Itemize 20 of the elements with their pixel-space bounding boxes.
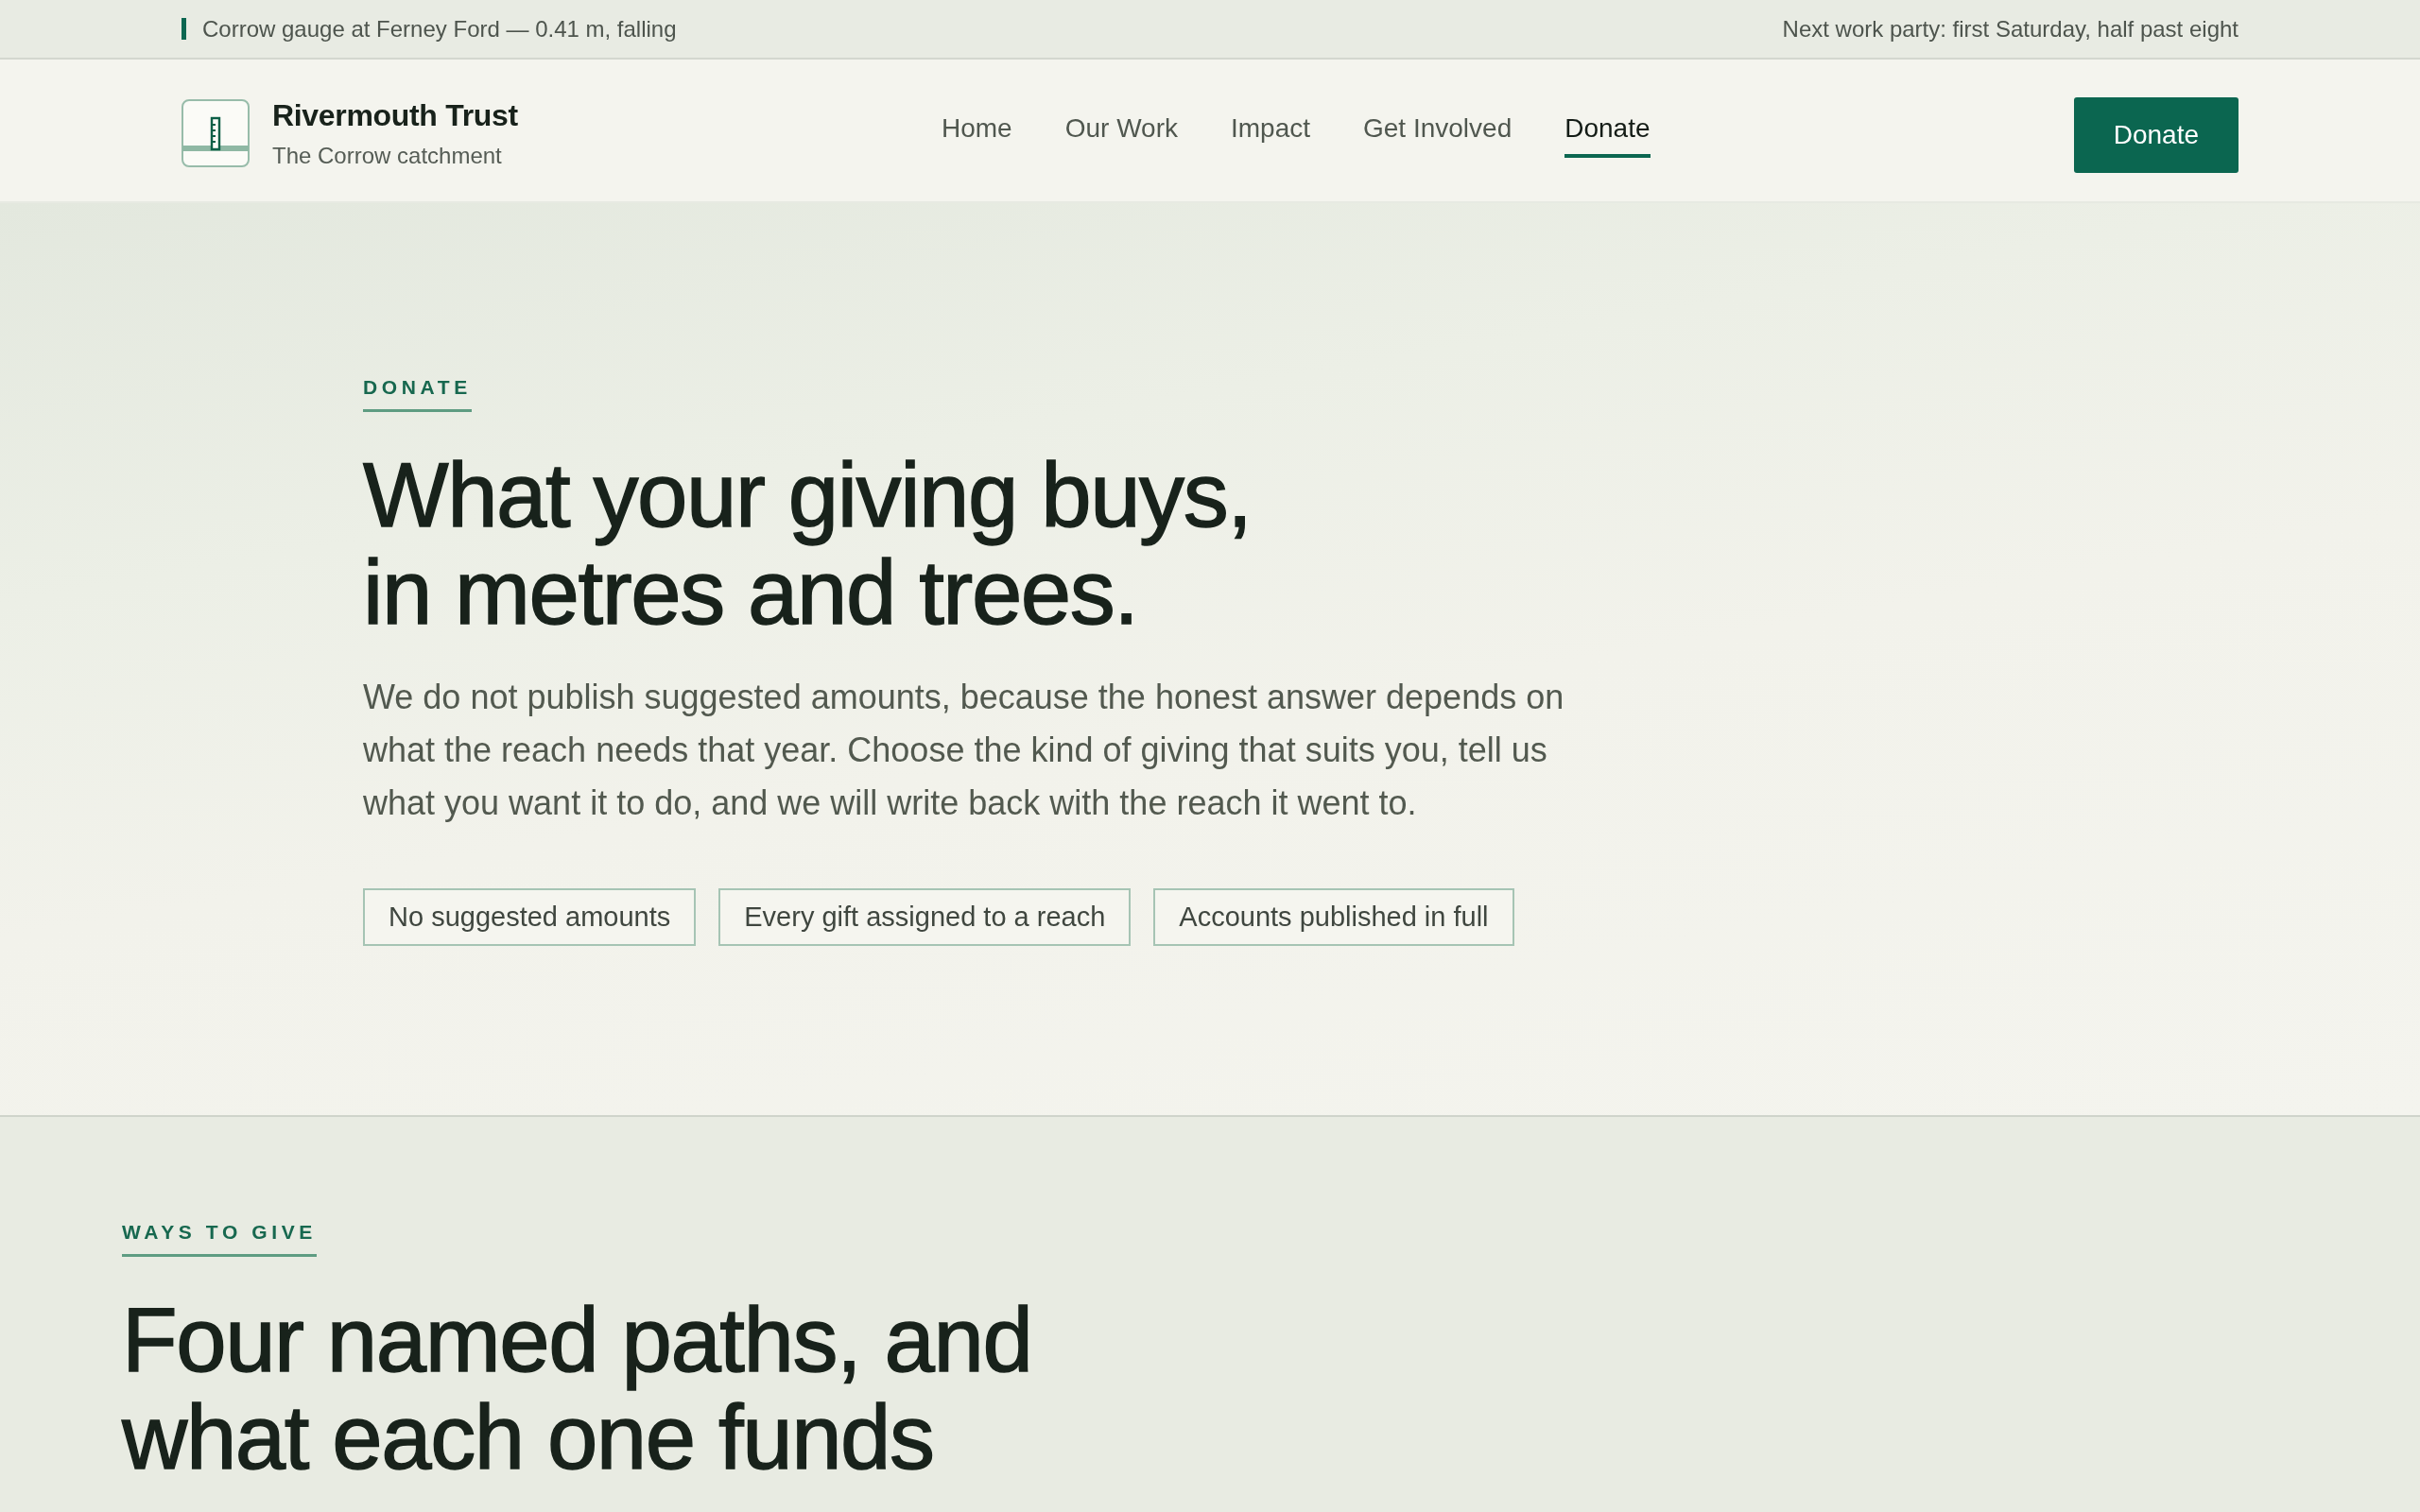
site-tagline: The Corrow catchment — [272, 143, 503, 169]
section-heading: Four named paths, and what each one funds — [122, 1291, 1032, 1486]
nav-link[interactable]: Our Work — [1064, 112, 1178, 158]
site-title[interactable]: Rivermouth Trust — [272, 97, 518, 133]
nav-link[interactable]: Impact — [1231, 112, 1310, 158]
accent-bar-icon — [182, 18, 186, 40]
promise-tag: Every gift assigned to a reach — [718, 888, 1132, 946]
nav-link[interactable]: Donate — [1564, 112, 1651, 158]
promise-tag: No suggested amounts — [363, 888, 697, 946]
section-eyebrow: DONATE — [363, 376, 472, 412]
work-party-notice: Next work party: first Saturday, half past eight — [1782, 14, 2238, 43]
section-eyebrow: WAYS TO GIVE — [122, 1221, 317, 1257]
donate-button[interactable]: Donate — [2073, 97, 2238, 173]
gauge-status: Corrow gauge at Ferney Ford — 0.41 m, falling — [202, 14, 677, 43]
nav-link[interactable]: Home — [942, 112, 1012, 158]
hero-heading: What your giving buys, in metres and trees. — [363, 446, 1252, 641]
nav-link[interactable]: Get Involved — [1363, 112, 1512, 158]
intro-paragraph: We do not publish suggested amounts, because the honest answer depends on what the reach needs that year. Choose the kind of giving that suits you, tell us what you want it to do, and we will write back with the reach it went to. — [363, 677, 1565, 824]
river-gauge-logo-icon[interactable] — [182, 99, 250, 167]
promise-tag: Accounts published in full — [1153, 888, 1514, 946]
